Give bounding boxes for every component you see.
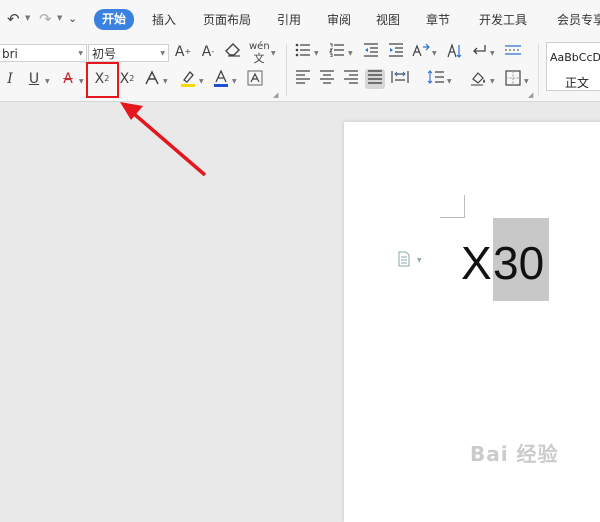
document-text[interactable]: X: [461, 226, 492, 300]
table-icon[interactable]: [503, 42, 523, 62]
borders-icon[interactable]: [503, 69, 523, 89]
chevron-down-icon[interactable]: ▼: [232, 79, 237, 85]
tab-developer[interactable]: 开发工具: [479, 10, 527, 30]
margin-corner-mark: [464, 195, 465, 218]
font-color-icon[interactable]: [211, 69, 231, 89]
tab-references[interactable]: 引用: [277, 10, 301, 30]
text-direction-icon[interactable]: [411, 42, 431, 62]
ribbon-divider: [286, 44, 287, 96]
align-right-icon[interactable]: [341, 69, 361, 89]
undo-icon[interactable]: ↶: [7, 9, 20, 29]
character-border-icon[interactable]: [245, 69, 265, 89]
chevron-down-icon[interactable]: ▼: [524, 79, 529, 85]
undo-dropdown-icon[interactable]: ▼: [25, 14, 30, 22]
redo-dropdown-icon[interactable]: ▼: [57, 14, 62, 22]
subscript-icon[interactable]: X2: [117, 69, 137, 89]
align-left-icon[interactable]: [293, 69, 313, 89]
strikethrough-icon[interactable]: A: [58, 69, 78, 89]
chevron-down-icon[interactable]: ▼: [45, 79, 50, 85]
font-name-value: bri: [2, 47, 18, 61]
tab-page-layout[interactable]: 页面布局: [203, 10, 251, 30]
clear-format-icon[interactable]: [223, 42, 243, 62]
decrease-indent-icon[interactable]: [361, 42, 381, 62]
chevron-down-icon[interactable]: ▼: [163, 79, 168, 85]
shrink-font-icon[interactable]: A-: [198, 42, 218, 62]
justify-icon[interactable]: [365, 69, 385, 89]
shading-icon[interactable]: [469, 69, 489, 89]
paragraph-layout-icon[interactable]: [397, 251, 411, 267]
chevron-down-icon[interactable]: ▼: [314, 51, 319, 57]
font-dialog-launcher-icon[interactable]: ◢: [273, 92, 278, 99]
style-name-label: 正文: [565, 76, 590, 90]
ribbon-divider: [538, 44, 539, 96]
tab-section[interactable]: 章节: [426, 10, 450, 30]
tab-home[interactable]: 开始: [94, 9, 135, 30]
selected-text[interactable]: 30: [493, 218, 549, 301]
sort-icon[interactable]: [444, 42, 464, 62]
bullet-list-icon[interactable]: [293, 42, 313, 62]
highlight-color-icon[interactable]: [178, 69, 198, 89]
style-sample-text: AaBbCcD: [550, 51, 600, 64]
align-center-icon[interactable]: [317, 69, 337, 89]
chevron-down-icon: ▼: [160, 50, 165, 57]
font-size-combo[interactable]: 初号 ▼: [88, 44, 169, 62]
margin-corner-mark: [440, 217, 464, 218]
tab-review[interactable]: 审阅: [327, 10, 351, 30]
numbered-list-icon[interactable]: [327, 42, 347, 62]
line-spacing-icon[interactable]: [426, 69, 446, 89]
annotation-highlight-box: [86, 62, 119, 98]
pinyin-guide-icon[interactable]: wén 文: [249, 41, 270, 65]
line-break-icon[interactable]: [469, 42, 489, 62]
paragraph-dialog-launcher-icon[interactable]: ◢: [528, 92, 533, 99]
chevron-down-icon[interactable]: ▼: [271, 51, 276, 57]
watermark: Bai 经验: [470, 442, 559, 466]
chevron-down-icon[interactable]: ▼: [79, 79, 84, 85]
font-name-combo[interactable]: bri ▼: [0, 44, 87, 62]
customize-quick-access-icon[interactable]: ⌄: [68, 9, 77, 29]
tab-insert[interactable]: 插入: [152, 10, 176, 30]
tab-view[interactable]: 视图: [376, 10, 400, 30]
chevron-down-icon[interactable]: ▼: [199, 79, 204, 85]
menu-bar: ↶ ▼ ↷ ▼ ⌄ 开始 插入 页面布局 引用 审阅 视图 章节 开发工具 会员…: [0, 0, 600, 38]
chevron-down-icon[interactable]: ▼: [490, 79, 495, 85]
italic-icon[interactable]: I: [0, 69, 20, 89]
chevron-down-icon[interactable]: ▼: [417, 257, 422, 264]
text-effect-icon[interactable]: [142, 69, 162, 89]
increase-indent-icon[interactable]: [386, 42, 406, 62]
distributed-align-icon[interactable]: [390, 69, 410, 89]
font-size-value: 初号: [92, 47, 117, 61]
grow-font-icon[interactable]: A+: [173, 42, 193, 62]
chevron-down-icon[interactable]: ▼: [490, 51, 495, 57]
chevron-down-icon[interactable]: ▼: [432, 51, 437, 57]
chevron-down-icon[interactable]: ▼: [348, 51, 353, 57]
chevron-down-icon: ▼: [78, 50, 83, 57]
tab-member[interactable]: 会员专享: [557, 10, 600, 30]
redo-icon[interactable]: ↷: [39, 9, 52, 29]
underline-icon[interactable]: U: [24, 69, 44, 89]
style-gallery-normal[interactable]: AaBbCcD 正文: [546, 42, 600, 91]
chevron-down-icon[interactable]: ▼: [447, 79, 452, 85]
